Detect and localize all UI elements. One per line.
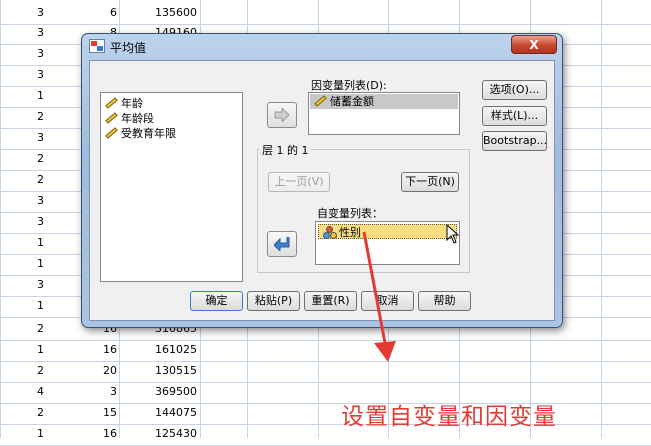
annotation-arrow	[362, 231, 396, 362]
mouse-pointer-icon	[446, 224, 460, 244]
annotation-caption: 设置自变量和因变量	[341, 404, 557, 430]
